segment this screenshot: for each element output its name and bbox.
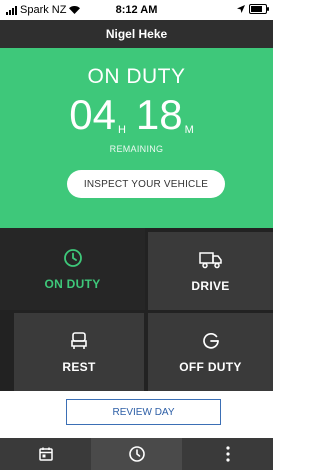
power-icon: [201, 330, 221, 352]
location-arrow-icon: [237, 5, 245, 13]
truck-icon: [198, 249, 224, 271]
minutes-unit: M: [184, 124, 194, 136]
current-status: ON DUTY: [87, 65, 186, 88]
minutes-value: 18: [135, 91, 183, 138]
remaining-label: REMAINING: [109, 144, 164, 154]
tab-clock[interactable]: [91, 438, 182, 470]
time-remaining: 04 H 18 M: [0, 91, 273, 138]
duty-status-grid: ON DUTY DRIVE REST OFF DUTY: [0, 228, 273, 391]
app-header: Nigel Heke: [0, 20, 273, 48]
driver-name: Nigel Heke: [105, 27, 168, 41]
off-duty-label: OFF DUTY: [179, 360, 242, 374]
more-icon: [225, 446, 230, 462]
calendar-icon: [38, 447, 53, 461]
off-duty-tile[interactable]: OFF DUTY: [148, 313, 273, 391]
rest-label: REST: [62, 360, 96, 374]
status-indicators: [237, 4, 269, 14]
review-day-button[interactable]: REVIEW DAY: [66, 399, 221, 425]
drive-tile[interactable]: DRIVE: [148, 232, 273, 310]
status-bar: Spark NZ 8:12 AM: [0, 0, 273, 20]
hours-unit: H: [117, 124, 126, 136]
duty-status-panel: ON DUTY 04 H 18 M REMAINING INSPECT YOUR…: [0, 48, 273, 228]
rest-tile[interactable]: REST: [14, 313, 144, 391]
rest-icon: [70, 330, 88, 352]
bottom-tab-bar: [0, 438, 273, 470]
tab-more[interactable]: [182, 438, 273, 470]
on-duty-tile[interactable]: ON DUTY: [0, 228, 145, 310]
inspect-vehicle-button[interactable]: INSPECT YOUR VEHICLE: [67, 170, 225, 198]
on-duty-label: ON DUTY: [44, 277, 101, 291]
tab-calendar[interactable]: [0, 438, 91, 470]
hours-value: 04: [69, 91, 116, 138]
clock-icon: [63, 247, 83, 269]
status-time: 8:12 AM: [115, 4, 158, 16]
clock-icon: [128, 446, 145, 462]
drive-label: DRIVE: [191, 279, 230, 293]
review-section: REVIEW DAY: [0, 391, 273, 438]
battery-icon: [249, 4, 269, 14]
